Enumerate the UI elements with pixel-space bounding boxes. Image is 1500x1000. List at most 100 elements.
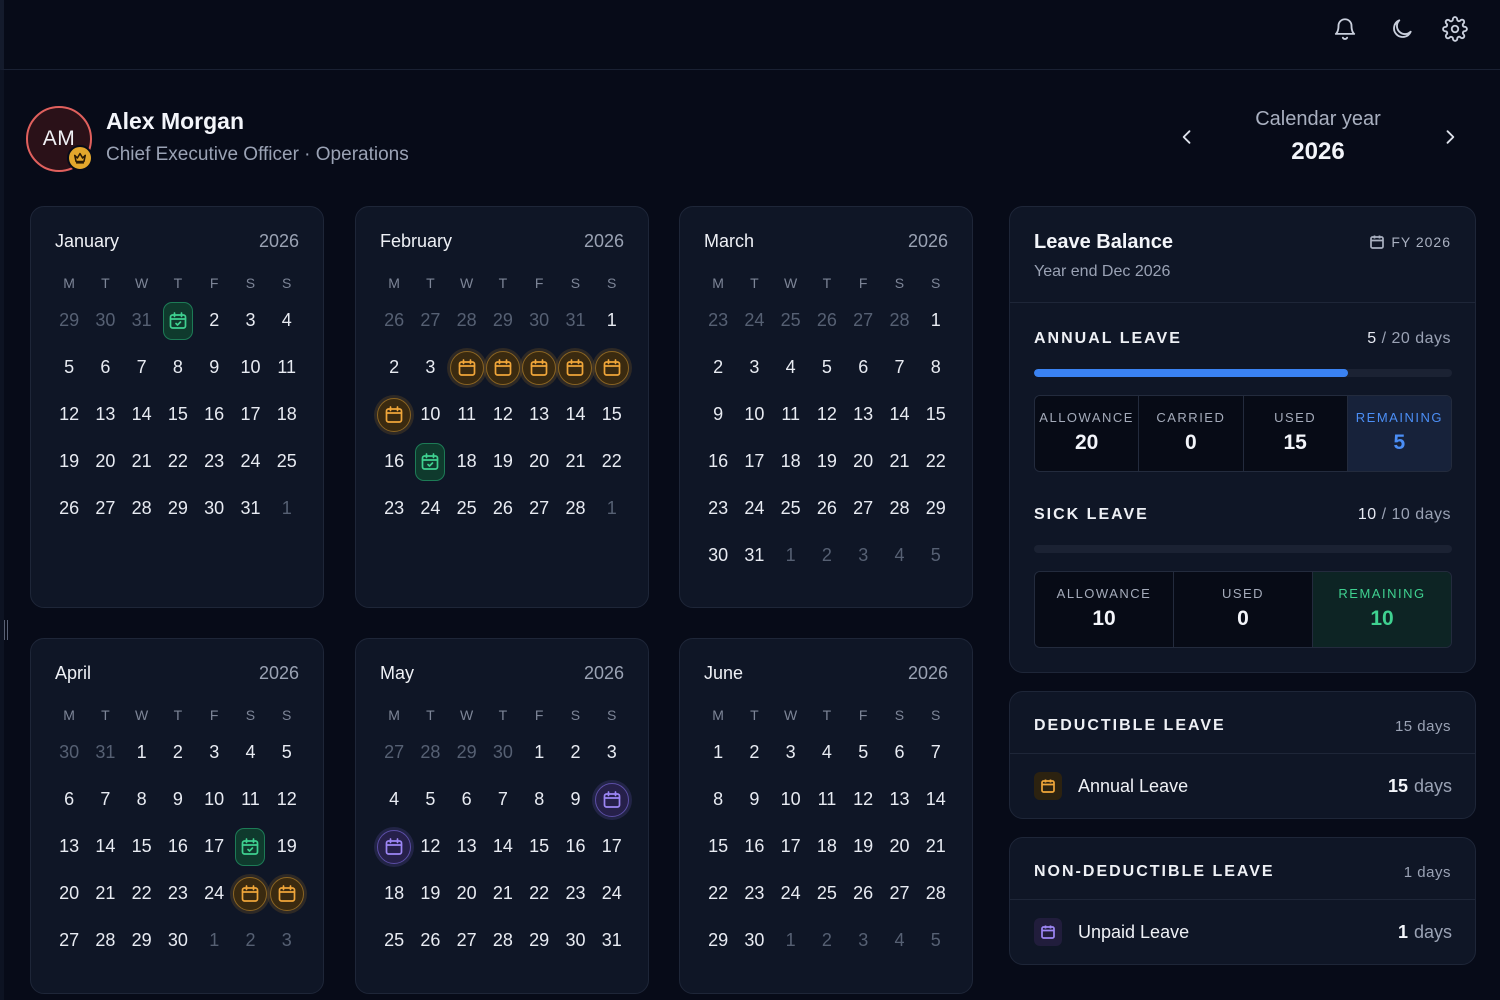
calendar-day[interactable]: 14: [557, 391, 593, 438]
calendar-day[interactable]: 22: [160, 438, 196, 485]
calendar-day[interactable]: 28: [412, 729, 448, 776]
calendar-day[interactable]: 19: [412, 870, 448, 917]
calendar-day[interactable]: [412, 438, 448, 485]
calendar-day[interactable]: 10: [232, 344, 268, 391]
calendar-day[interactable]: 21: [485, 870, 521, 917]
calendar-day[interactable]: 8: [918, 344, 954, 391]
calendar-day[interactable]: 11: [449, 391, 485, 438]
calendar-day[interactable]: 2: [809, 917, 845, 964]
avatar[interactable]: AM: [26, 106, 93, 172]
calendar-day[interactable]: 26: [412, 917, 448, 964]
calendar-day[interactable]: 20: [521, 438, 557, 485]
calendar-day[interactable]: 15: [521, 823, 557, 870]
calendar-day[interactable]: 18: [449, 438, 485, 485]
calendar-day[interactable]: [232, 823, 268, 870]
calendar-day[interactable]: 21: [87, 870, 123, 917]
calendar-day[interactable]: 13: [845, 391, 881, 438]
calendar-day[interactable]: 13: [449, 823, 485, 870]
calendar-day[interactable]: 23: [736, 870, 772, 917]
calendar-day[interactable]: 2: [232, 917, 268, 964]
calendar-day[interactable]: 26: [809, 485, 845, 532]
calendar-day[interactable]: 2: [376, 344, 412, 391]
calendar-day[interactable]: 3: [773, 729, 809, 776]
calendar-day[interactable]: 19: [809, 438, 845, 485]
calendar-day[interactable]: 15: [700, 823, 736, 870]
calendar-day[interactable]: 3: [736, 344, 772, 391]
calendar-day[interactable]: [269, 870, 305, 917]
calendar-day[interactable]: 9: [736, 776, 772, 823]
calendar-day[interactable]: 8: [521, 776, 557, 823]
calendar-day[interactable]: 30: [160, 917, 196, 964]
calendar-day[interactable]: 3: [845, 532, 881, 579]
calendar-day[interactable]: 12: [809, 391, 845, 438]
calendar-day[interactable]: 13: [881, 776, 917, 823]
calendar-day[interactable]: 27: [845, 485, 881, 532]
calendar-day[interactable]: 8: [700, 776, 736, 823]
calendar-day[interactable]: 23: [557, 870, 593, 917]
calendar-day[interactable]: [594, 344, 630, 391]
calendar-day[interactable]: 25: [376, 917, 412, 964]
calendar-day[interactable]: 3: [196, 729, 232, 776]
calendar-day[interactable]: 2: [557, 729, 593, 776]
calendar-day[interactable]: 2: [196, 297, 232, 344]
calendar-day[interactable]: 9: [557, 776, 593, 823]
calendar-day[interactable]: 18: [376, 870, 412, 917]
calendar-day[interactable]: 27: [51, 917, 87, 964]
calendar-day[interactable]: 12: [51, 391, 87, 438]
calendar-day[interactable]: 13: [521, 391, 557, 438]
calendar-day[interactable]: 25: [449, 485, 485, 532]
calendar-day[interactable]: 21: [918, 823, 954, 870]
calendar-day[interactable]: 22: [521, 870, 557, 917]
calendar-day[interactable]: 10: [736, 391, 772, 438]
calendar-day[interactable]: 1: [521, 729, 557, 776]
calendar-day[interactable]: 13: [87, 391, 123, 438]
calendar-day[interactable]: [449, 344, 485, 391]
calendar-day[interactable]: 3: [269, 917, 305, 964]
calendar-day[interactable]: 26: [485, 485, 521, 532]
calendar-day[interactable]: 25: [773, 485, 809, 532]
calendar-day[interactable]: 18: [269, 391, 305, 438]
calendar-day[interactable]: 22: [700, 870, 736, 917]
calendar-day[interactable]: 24: [736, 485, 772, 532]
calendar-day[interactable]: 20: [449, 870, 485, 917]
calendar-day[interactable]: 23: [196, 438, 232, 485]
calendar-day[interactable]: [557, 344, 593, 391]
calendar-day[interactable]: 1: [700, 729, 736, 776]
calendar-day[interactable]: [160, 297, 196, 344]
calendar-day[interactable]: 27: [845, 297, 881, 344]
calendar-day[interactable]: 16: [736, 823, 772, 870]
calendar-day[interactable]: 12: [269, 776, 305, 823]
calendar-day[interactable]: 28: [485, 917, 521, 964]
calendar-day[interactable]: 5: [412, 776, 448, 823]
calendar-day[interactable]: 23: [700, 297, 736, 344]
calendar-day[interactable]: 25: [269, 438, 305, 485]
calendar-day[interactable]: 4: [881, 532, 917, 579]
calendar-day[interactable]: 28: [87, 917, 123, 964]
calendar-day[interactable]: 12: [845, 776, 881, 823]
calendar-day[interactable]: 5: [918, 917, 954, 964]
calendar-day[interactable]: 31: [87, 729, 123, 776]
calendar-day[interactable]: 15: [594, 391, 630, 438]
calendar-day[interactable]: 23: [376, 485, 412, 532]
calendar-day[interactable]: 31: [594, 917, 630, 964]
calendar-day[interactable]: 27: [376, 729, 412, 776]
calendar-day[interactable]: 30: [196, 485, 232, 532]
calendar-day[interactable]: 19: [269, 823, 305, 870]
calendar-day[interactable]: 6: [881, 729, 917, 776]
calendar-day[interactable]: 24: [196, 870, 232, 917]
calendar-day[interactable]: [485, 344, 521, 391]
calendar-day[interactable]: 29: [700, 917, 736, 964]
calendar-day[interactable]: 15: [918, 391, 954, 438]
calendar-day[interactable]: 19: [845, 823, 881, 870]
calendar-day[interactable]: 3: [412, 344, 448, 391]
calendar-day[interactable]: 7: [485, 776, 521, 823]
calendar-day[interactable]: 2: [809, 532, 845, 579]
calendar-day[interactable]: 27: [87, 485, 123, 532]
calendar-day[interactable]: 20: [845, 438, 881, 485]
calendar-day[interactable]: 9: [160, 776, 196, 823]
calendar-day[interactable]: 16: [160, 823, 196, 870]
calendar-day[interactable]: 28: [124, 485, 160, 532]
calendar-day[interactable]: 26: [376, 297, 412, 344]
calendar-day[interactable]: 1: [773, 917, 809, 964]
calendar-day[interactable]: 31: [232, 485, 268, 532]
